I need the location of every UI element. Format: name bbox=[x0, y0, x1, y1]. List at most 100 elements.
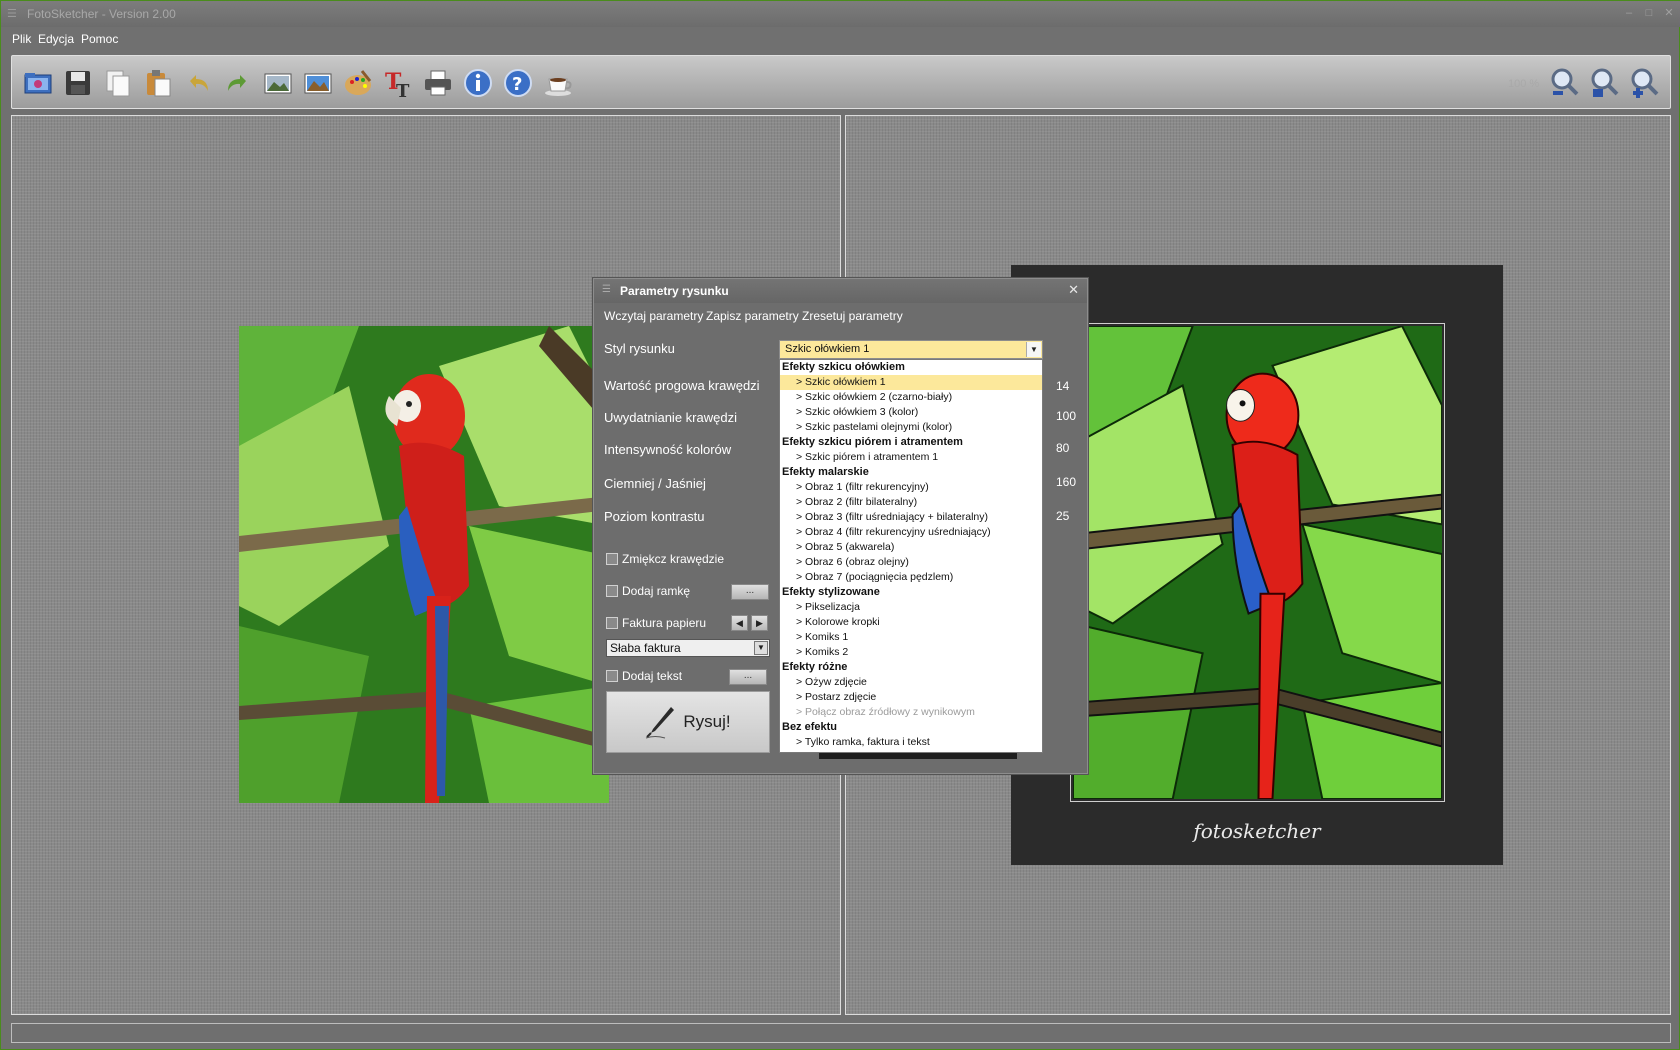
style-option[interactable]: > Ożyw zdjęcie bbox=[780, 675, 1042, 690]
style-option[interactable]: > Tylko ramka, faktura i tekst bbox=[780, 735, 1042, 750]
style-group-header: Efekty szkicu ołówkiem bbox=[782, 361, 905, 373]
param-value-edge-threshold: 14 bbox=[1056, 379, 1070, 393]
add-frame-checkbox-row[interactable]: Dodaj ramkę bbox=[606, 584, 690, 598]
menu-edycja[interactable]: Edycja bbox=[38, 32, 74, 46]
param-value-contrast: 25 bbox=[1056, 509, 1070, 523]
style-option[interactable]: > Kolorowe kropki bbox=[780, 615, 1042, 630]
draw-button[interactable]: Rysuj! bbox=[606, 691, 770, 753]
style-option[interactable]: > Szkic ołówkiem 3 (kolor) bbox=[780, 405, 1042, 420]
pen-icon bbox=[646, 707, 675, 739]
style-option: > Połącz obraz źródłowy z wynikowym bbox=[796, 706, 975, 718]
load-params-link[interactable]: Wczytaj parametry bbox=[604, 309, 703, 323]
style-group-header: Efekty szkicu piórem i atramentem bbox=[782, 436, 963, 448]
frame-options-button[interactable]: ... bbox=[731, 584, 769, 600]
add-text-checkbox-row[interactable]: Dodaj tekst bbox=[606, 669, 682, 683]
dialog-title-bar[interactable]: ☰ Parametry rysunku ✕ bbox=[594, 279, 1087, 303]
coffee-icon[interactable] bbox=[541, 66, 575, 100]
zoom-in-icon[interactable] bbox=[1628, 66, 1662, 100]
style-select-value: Szkic ołówkiem 1 bbox=[785, 343, 870, 355]
app-window: ☰ FotoSketcher - Version 2.00 – □ ✕ Plik… bbox=[0, 0, 1680, 1050]
zoom-fit-icon[interactable] bbox=[1588, 66, 1622, 100]
style-option[interactable]: > Obraz 3 (filtr uśredniający + bilatera… bbox=[780, 510, 1042, 525]
param-value-color-intensity: 80 bbox=[1056, 441, 1070, 455]
style-option[interactable]: > Szkic pastelami olejnymi (kolor) bbox=[780, 420, 1042, 435]
minimize-icon[interactable]: – bbox=[1621, 5, 1637, 21]
style-option[interactable]: > Komiks 2 bbox=[780, 645, 1042, 660]
style-group-header: Efekty malarskie bbox=[782, 466, 869, 478]
style-option[interactable]: > Obraz 2 (filtr bilateralny) bbox=[780, 495, 1042, 510]
texture-next-button[interactable]: ▶ bbox=[751, 615, 768, 631]
param-label-edge-enhance: Uwydatnianie krawędzi bbox=[604, 410, 737, 425]
copy-icon[interactable] bbox=[101, 66, 135, 100]
add-text-checkbox[interactable] bbox=[606, 670, 618, 682]
texture-select-value: Słaba faktura bbox=[610, 641, 681, 655]
info-icon[interactable] bbox=[461, 66, 495, 100]
add-text-label: Dodaj tekst bbox=[622, 669, 683, 683]
signature-text: fotosketcher bbox=[1193, 819, 1321, 843]
reset-params-link[interactable]: Zresetuj parametry bbox=[802, 309, 903, 323]
dialog-menu-icon[interactable]: ☰ bbox=[602, 284, 611, 295]
param-label-contrast: Poziom kontrastu bbox=[604, 509, 705, 524]
text-icon[interactable]: TT bbox=[381, 66, 415, 100]
text-options-button[interactable]: ... bbox=[729, 669, 767, 685]
system-menu-icon[interactable]: ☰ bbox=[7, 7, 17, 20]
svg-text:?: ? bbox=[512, 74, 522, 95]
print-icon[interactable] bbox=[421, 66, 455, 100]
paste-icon[interactable] bbox=[141, 66, 175, 100]
soften-edges-checkbox-row[interactable]: Zmiękcz krawędzie bbox=[606, 552, 724, 566]
param-value-brightness: 160 bbox=[1056, 475, 1077, 489]
zoom-out-icon[interactable] bbox=[1548, 66, 1582, 100]
paper-texture-label: Faktura papieru bbox=[622, 616, 707, 630]
chevron-down-icon[interactable]: ▼ bbox=[1026, 342, 1041, 357]
style-option[interactable]: > Obraz 1 (filtr rekurencyjny) bbox=[780, 480, 1042, 495]
style-option[interactable]: > Szkic piórem i atramentem 1 bbox=[780, 450, 1042, 465]
maximize-icon[interactable]: □ bbox=[1641, 5, 1657, 21]
menu-pomoc[interactable]: Pomoc bbox=[81, 32, 118, 46]
save-icon[interactable] bbox=[61, 66, 95, 100]
style-option[interactable]: > Szkic ołówkiem 2 (czarno-biały) bbox=[780, 390, 1042, 405]
chevron-down-icon[interactable]: ▼ bbox=[754, 641, 768, 655]
param-value-edge-enhance: 100 bbox=[1056, 409, 1077, 423]
style-option[interactable]: > Szkic ołówkiem 1 bbox=[780, 375, 1042, 390]
style-option[interactable]: > Obraz 5 (akwarela) bbox=[780, 540, 1042, 555]
style-option[interactable]: > Obraz 6 (obraz olejny) bbox=[780, 555, 1042, 570]
style-option[interactable]: > Obraz 4 (filtr rekurencyjny uśredniają… bbox=[780, 525, 1042, 540]
menu-plik[interactable]: Plik bbox=[12, 32, 31, 46]
style-option[interactable]: > Postarz zdjęcie bbox=[780, 690, 1042, 705]
add-frame-label: Dodaj ramkę bbox=[622, 584, 691, 598]
result-image-border bbox=[1070, 323, 1445, 802]
style-option[interactable]: > Obraz 7 (pociągnięcia pędzlem) bbox=[780, 570, 1042, 585]
palette-icon[interactable] bbox=[341, 66, 375, 100]
style-group-header: Bez efektu bbox=[782, 721, 838, 733]
close-icon[interactable]: ✕ bbox=[1068, 282, 1079, 298]
zoom-level: 100 % bbox=[1508, 78, 1540, 90]
paper-texture-checkbox[interactable] bbox=[606, 617, 618, 629]
menu-bar: Plik Edycja Pomoc bbox=[1, 27, 1680, 51]
param-label-edge-threshold: Wartość progowa krawędzi bbox=[604, 378, 760, 393]
drawing-parameters-dialog: ☰ Parametry rysunku ✕ Wczytaj parametry … bbox=[593, 278, 1088, 774]
save-params-link[interactable]: Zapisz parametry bbox=[706, 309, 799, 323]
undo-icon[interactable] bbox=[181, 66, 215, 100]
texture-prev-button[interactable]: ◀ bbox=[731, 615, 748, 631]
draw-button-label: Rysuj! bbox=[683, 712, 731, 731]
style-option[interactable]: > Pikselizacja bbox=[780, 600, 1042, 615]
texture-select[interactable]: Słaba faktura ▼ bbox=[606, 639, 770, 657]
open-icon[interactable] bbox=[21, 66, 55, 100]
title-bar: ☰ FotoSketcher - Version 2.00 – □ ✕ bbox=[1, 1, 1680, 27]
result-image-icon[interactable] bbox=[301, 66, 335, 100]
style-group-header: Efekty stylizowane bbox=[782, 586, 880, 598]
hidden-slider-track bbox=[819, 753, 1017, 759]
style-option[interactable]: > Komiks 1 bbox=[780, 630, 1042, 645]
redo-icon[interactable] bbox=[221, 66, 255, 100]
close-window-icon[interactable]: ✕ bbox=[1661, 5, 1677, 21]
dialog-title: Parametry rysunku bbox=[620, 284, 729, 298]
style-select[interactable]: Szkic ołówkiem 1 ▼ bbox=[779, 340, 1043, 359]
source-image bbox=[239, 326, 609, 803]
add-frame-checkbox[interactable] bbox=[606, 585, 618, 597]
help-icon[interactable]: ? bbox=[501, 66, 535, 100]
soften-edges-checkbox[interactable] bbox=[606, 553, 618, 565]
paper-texture-checkbox-row[interactable]: Faktura papieru bbox=[606, 616, 706, 630]
soften-edges-label: Zmiękcz krawędzie bbox=[622, 552, 725, 566]
source-image-icon[interactable] bbox=[261, 66, 295, 100]
toolbar: TT ? 100 % bbox=[11, 55, 1671, 109]
